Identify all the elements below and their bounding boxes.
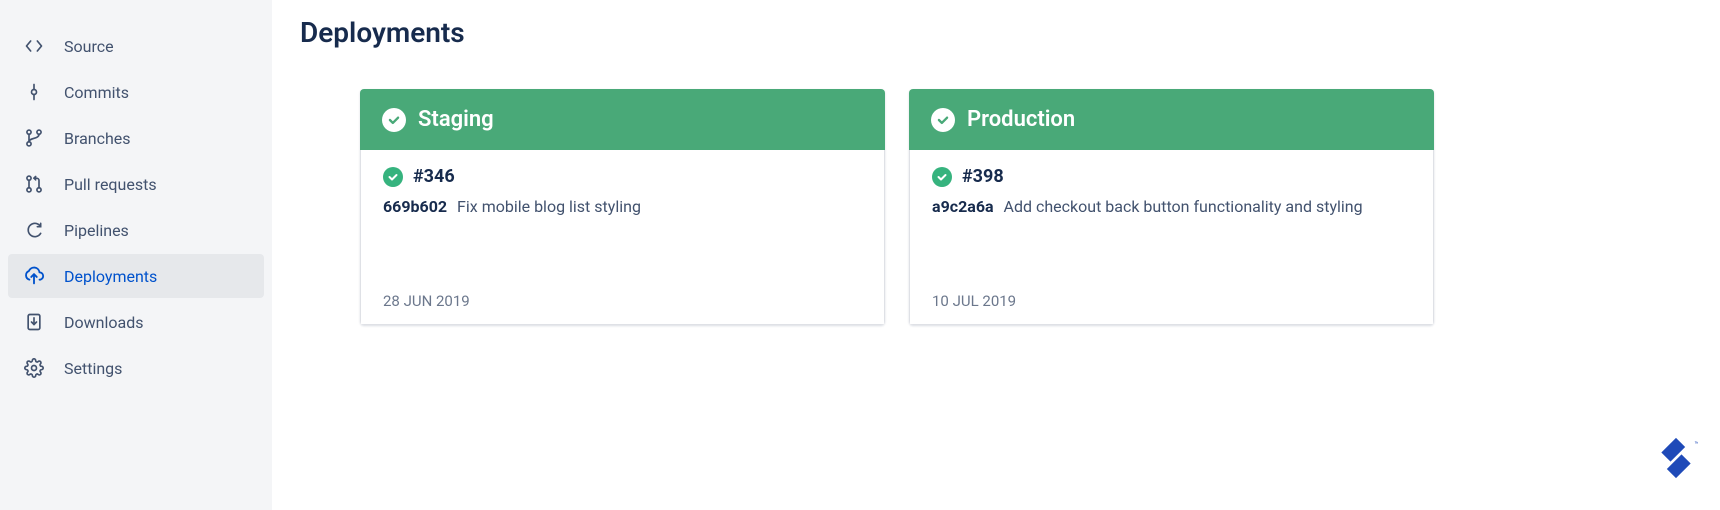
sidebar-label: Branches <box>64 129 131 148</box>
commit-line: 669b602 Fix mobile blog list styling <box>383 197 862 216</box>
environment-body: #398 a9c2a6a Add checkout back button fu… <box>909 150 1434 325</box>
environment-name: Production <box>967 107 1075 132</box>
main-content: Deployments Staging #346 669b602 Fi <box>272 0 1720 510</box>
sidebar-label: Pull requests <box>64 175 157 194</box>
deployment-date: 28 JUN 2019 <box>383 252 862 310</box>
sidebar-item-source[interactable]: Source <box>8 24 264 68</box>
svg-text:™: ™ <box>1694 440 1698 449</box>
sidebar-item-branches[interactable]: Branches <box>8 116 264 160</box>
sidebar-label: Settings <box>64 359 122 378</box>
sidebar-label: Pipelines <box>64 221 129 240</box>
environment-card-staging[interactable]: Staging #346 669b602 Fix mobile blog lis… <box>360 89 885 325</box>
success-check-icon <box>932 167 952 187</box>
environment-name: Staging <box>418 107 494 132</box>
success-check-icon <box>383 167 403 187</box>
commit-message: Fix mobile blog list styling <box>457 197 641 216</box>
sidebar-item-pipelines[interactable]: Pipelines <box>8 208 264 252</box>
sidebar-item-commits[interactable]: Commits <box>8 70 264 114</box>
commit-hash[interactable]: a9c2a6a <box>932 197 994 216</box>
deployment-row: #346 <box>383 166 862 187</box>
environment-body: #346 669b602 Fix mobile blog list stylin… <box>360 150 885 325</box>
sidebar-item-settings[interactable]: Settings <box>8 346 264 390</box>
pipelines-icon <box>22 218 46 242</box>
deployments-icon <box>22 264 46 288</box>
commits-icon <box>22 80 46 104</box>
pull-requests-icon <box>22 172 46 196</box>
sidebar-item-pull-requests[interactable]: Pull requests <box>8 162 264 206</box>
commit-hash[interactable]: 669b602 <box>383 197 447 216</box>
success-check-icon <box>931 108 955 132</box>
deployment-row: #398 <box>932 166 1411 187</box>
commit-line: a9c2a6a Add checkout back button functio… <box>932 197 1411 216</box>
environment-header: Staging <box>360 89 885 150</box>
page-title: Deployments <box>300 16 1692 49</box>
deployment-number[interactable]: #346 <box>413 166 455 187</box>
settings-icon <box>22 356 46 380</box>
success-check-icon <box>382 108 406 132</box>
sidebar-label: Deployments <box>64 267 157 286</box>
environment-card-production[interactable]: Production #398 a9c2a6a Add checkout bac… <box>909 89 1434 325</box>
source-icon <box>22 34 46 58</box>
sidebar-label: Downloads <box>64 313 143 332</box>
sidebar-label: Source <box>64 37 114 56</box>
deployment-number[interactable]: #398 <box>962 166 1004 187</box>
environments-row: Staging #346 669b602 Fix mobile blog lis… <box>300 89 1692 325</box>
deployment-date: 10 JUL 2019 <box>932 252 1411 310</box>
sidebar-item-downloads[interactable]: Downloads <box>8 300 264 344</box>
sidebar-item-deployments[interactable]: Deployments <box>8 254 264 298</box>
downloads-icon <box>22 310 46 334</box>
environment-header: Production <box>909 89 1434 150</box>
sidebar-label: Commits <box>64 83 129 102</box>
sidebar: Source Commits Branches Pull requests Pi… <box>0 0 272 510</box>
toptal-logo-icon: ™ <box>1654 436 1702 484</box>
branches-icon <box>22 126 46 150</box>
commit-message: Add checkout back button functionality a… <box>1004 197 1363 216</box>
